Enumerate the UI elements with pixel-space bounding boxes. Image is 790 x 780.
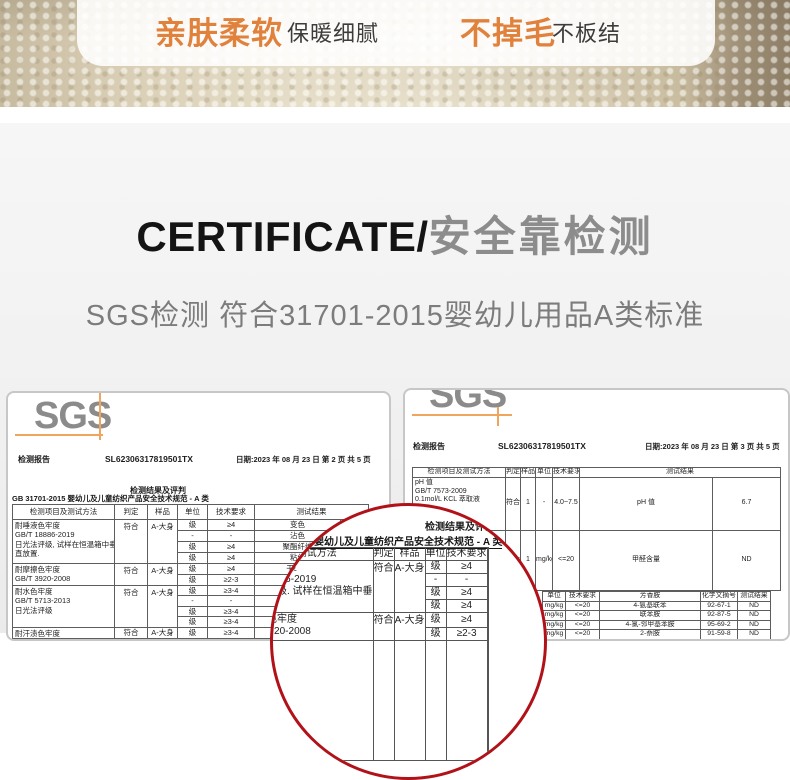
method-cell: 耐唾液色牢度 GB/T 18886-2019 日光法评级. 试样在恒温箱中垂 [273,560,374,613]
col-header: 单位 [177,504,208,520]
table-row: 耐唾液色牢度 GB/T 18886-2019 日光法评级, 试样在恒温箱中垂 直… [12,519,369,564]
table-header-row: 单位 技术要求 芳香胺 化学文摘号 测试结果 [542,591,771,602]
magnified-results-heading: 检测结果及评判 [425,522,495,533]
section-title: CERTIFICATE/安全靠检测 [0,203,790,264]
hero-fabric-texture: 亲肤柔软 保暖细腻 不掉毛 不板结 [0,0,790,107]
feature-sub: 不板结 [552,21,622,46]
section-title-en: CERTIFICATE/ [136,213,429,260]
sgs-logo: SGS [429,388,507,416]
report-number: SL62306317819501TX [498,441,586,451]
feature-panel: 亲肤柔软 保暖细腻 不掉毛 不板结 [77,0,715,66]
report-label: 检测报告 [18,455,50,464]
table-row: mg/kg <=20 联苯胺 92-87-5 ND [542,610,771,621]
sgs-logo-line-vertical [497,407,499,426]
method-cell: 耐唾液色牢度 GB/T 18886-2019 日光法评级, 试样在恒温箱中垂 直… [12,519,115,564]
sgs-logo-line-horizontal [15,434,103,436]
verdict-cell: 符合 [114,519,148,564]
feature-sub: 保暖细腻 [287,21,380,46]
method-cell: 耐摩擦色牢度 GB/T 3920-2008 [273,612,374,641]
col-header: 判定 [114,504,148,520]
table-header-row: 检测项目及测试方法 判定 样品 单位 技术要求 测试结果 [412,467,781,478]
table-row: mg/kg <=20 4-氯-邻甲基苯胺 95-69-2 ND [542,619,771,631]
feature-highlight: 亲肤柔软 [155,16,283,51]
table-row: mg/kg <=20 4-氨基联苯 92-67-1 ND [542,600,771,612]
table-header-row: 检测项目及测试方法 判定 样品 单位 技术要求 [273,547,489,561]
feature-highlight: 不掉毛 [460,16,556,51]
table-header-row: 检测项目及测试方法 判定 样品 单位 技术要求 测试结果 [12,504,369,520]
report-number: SL62306317819501TX [105,454,193,464]
section-subtitle: SGS检测 符合31701-2015婴幼儿用品A类标准 [85,300,705,332]
col-header: 样品 [147,504,178,520]
table-row: 耐摩擦色牢度 GB/T 3920-2008 符合 A-大身 级 ≥4 [273,612,489,641]
magnified-section-number: 4.2 [459,509,471,518]
report-date-page: 日期:2023 年 08 月 23 日 第 3 页 共 5 页 [645,442,780,451]
method-cell: 耐摩擦色牢度 GB/T 3920-2008 [12,563,115,586]
report-date-page: 日期:2023 年 08 月 23 日 第 2 页 共 5 页 [236,455,371,464]
method-cell: 耐水色牢度 GB/T 5713-2013 日光法评级 [12,585,115,628]
sgs-logo-line-vertical [99,393,101,440]
section-title-cn: 安全靠检测 [428,213,654,260]
table-row: mg/kg <=20 2-萘胺 91-59-8 ND [542,629,771,639]
table-row: 耐唾液色牢度 GB/T 18886-2019 日光法评级. 试样在恒温箱中垂 符… [273,560,489,613]
magnifier-circle: 4.2 检测结果及评判 GB 31701-2015 婴幼儿及儿童纺织产品安全技术… [270,503,547,780]
table-row [273,640,489,761]
sample-cell: A-大身 [147,519,178,564]
magnified-test-table: 检测项目及测试方法 判定 样品 单位 技术要求 耐唾液色牢度 GB/T 1888… [273,547,489,761]
report-label: 检测报告 [413,442,445,451]
col-header: 检测项目及测试方法 [12,504,115,520]
col-header: 技术要求 [207,504,255,520]
